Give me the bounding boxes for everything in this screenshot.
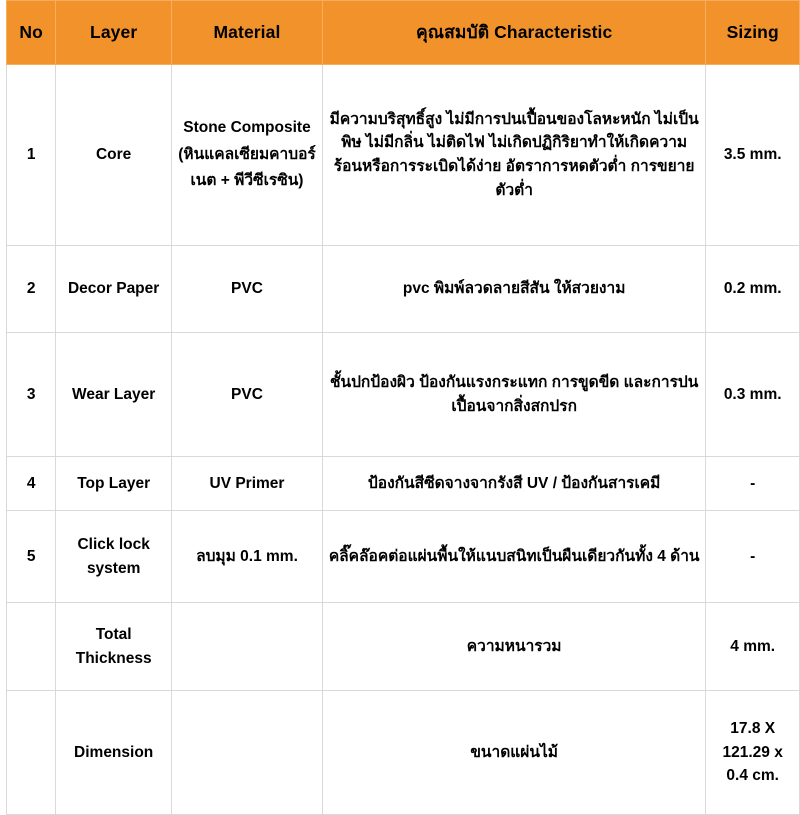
cell-characteristic: ความหนารวม <box>321 602 707 691</box>
table-row: 5 Click lock system ลบมุม 0.1 mm. คลิ๊คล… <box>5 510 800 603</box>
cell-layer: Total Thickness <box>55 602 173 691</box>
cell-material <box>171 602 323 691</box>
cell-material: Stone Composite (หินแคลเซียมคาบอร์เนต + … <box>171 64 323 246</box>
cell-characteristic: คลิ๊คล๊อคต่อแผ่นพื้นให้แนบสนิทเป็นผืนเดี… <box>321 510 707 603</box>
cell-sizing: 0.3 mm. <box>705 332 800 457</box>
cell-sizing: - <box>705 510 800 603</box>
cell-no: 5 <box>5 510 57 603</box>
cell-no: 3 <box>5 332 57 457</box>
column-header-characteristic: คุณสมบัติ Characteristic <box>321 0 707 65</box>
cell-material: PVC <box>171 332 323 457</box>
cell-sizing: 4 mm. <box>705 602 800 691</box>
cell-layer: Core <box>55 64 173 246</box>
cell-material: UV Primer <box>171 456 323 511</box>
cell-no: 1 <box>5 64 57 246</box>
specification-table: No Layer Material คุณสมบัติ Characterist… <box>5 0 800 815</box>
cell-no <box>5 602 57 691</box>
table-header-row: No Layer Material คุณสมบัติ Characterist… <box>5 0 800 65</box>
cell-sizing: - <box>705 456 800 511</box>
table-row: 4 Top Layer UV Primer ป้องกันสีซีดจางจาก… <box>5 456 800 511</box>
table-row: 1 Core Stone Composite (หินแคลเซียมคาบอร… <box>5 64 800 246</box>
cell-material: ลบมุม 0.1 mm. <box>171 510 323 603</box>
cell-sizing: 0.2 mm. <box>705 245 800 333</box>
column-header-layer: Layer <box>55 0 173 65</box>
cell-material: PVC <box>171 245 323 333</box>
cell-no: 4 <box>5 456 57 511</box>
cell-no: 2 <box>5 245 57 333</box>
column-header-sizing: Sizing <box>705 0 800 65</box>
cell-characteristic: pvc พิมพ์ลวดลายสีสัน ให้สวยงาม <box>321 245 707 333</box>
spec-sheet: No Layer Material คุณสมบัติ Characterist… <box>0 0 800 815</box>
cell-sizing: 3.5 mm. <box>705 64 800 246</box>
column-header-material: Material <box>171 0 323 65</box>
column-header-no: No <box>5 0 57 65</box>
cell-characteristic: มีความบริสุทธิ์สูง ไม่มีการปนเปื้อนของโล… <box>321 64 707 246</box>
table-row: Total Thickness ความหนารวม 4 mm. <box>5 602 800 691</box>
cell-layer: Decor Paper <box>55 245 173 333</box>
cell-layer: Click lock system <box>55 510 173 603</box>
table-body: 1 Core Stone Composite (หินแคลเซียมคาบอร… <box>5 64 800 815</box>
cell-characteristic: ป้องกันสีซีดจางจากรังสี UV / ป้องกันสารเ… <box>321 456 707 511</box>
cell-layer: Top Layer <box>55 456 173 511</box>
table-header: No Layer Material คุณสมบัติ Characterist… <box>5 0 800 65</box>
table-row: 2 Decor Paper PVC pvc พิมพ์ลวดลายสีสัน ใ… <box>5 245 800 333</box>
cell-characteristic: ชั้นปกป้องผิว ป้องกันแรงกระแทก การขูดขีด… <box>321 332 707 457</box>
cell-layer: Wear Layer <box>55 332 173 457</box>
table-row: 3 Wear Layer PVC ชั้นปกป้องผิว ป้องกันแร… <box>5 332 800 457</box>
